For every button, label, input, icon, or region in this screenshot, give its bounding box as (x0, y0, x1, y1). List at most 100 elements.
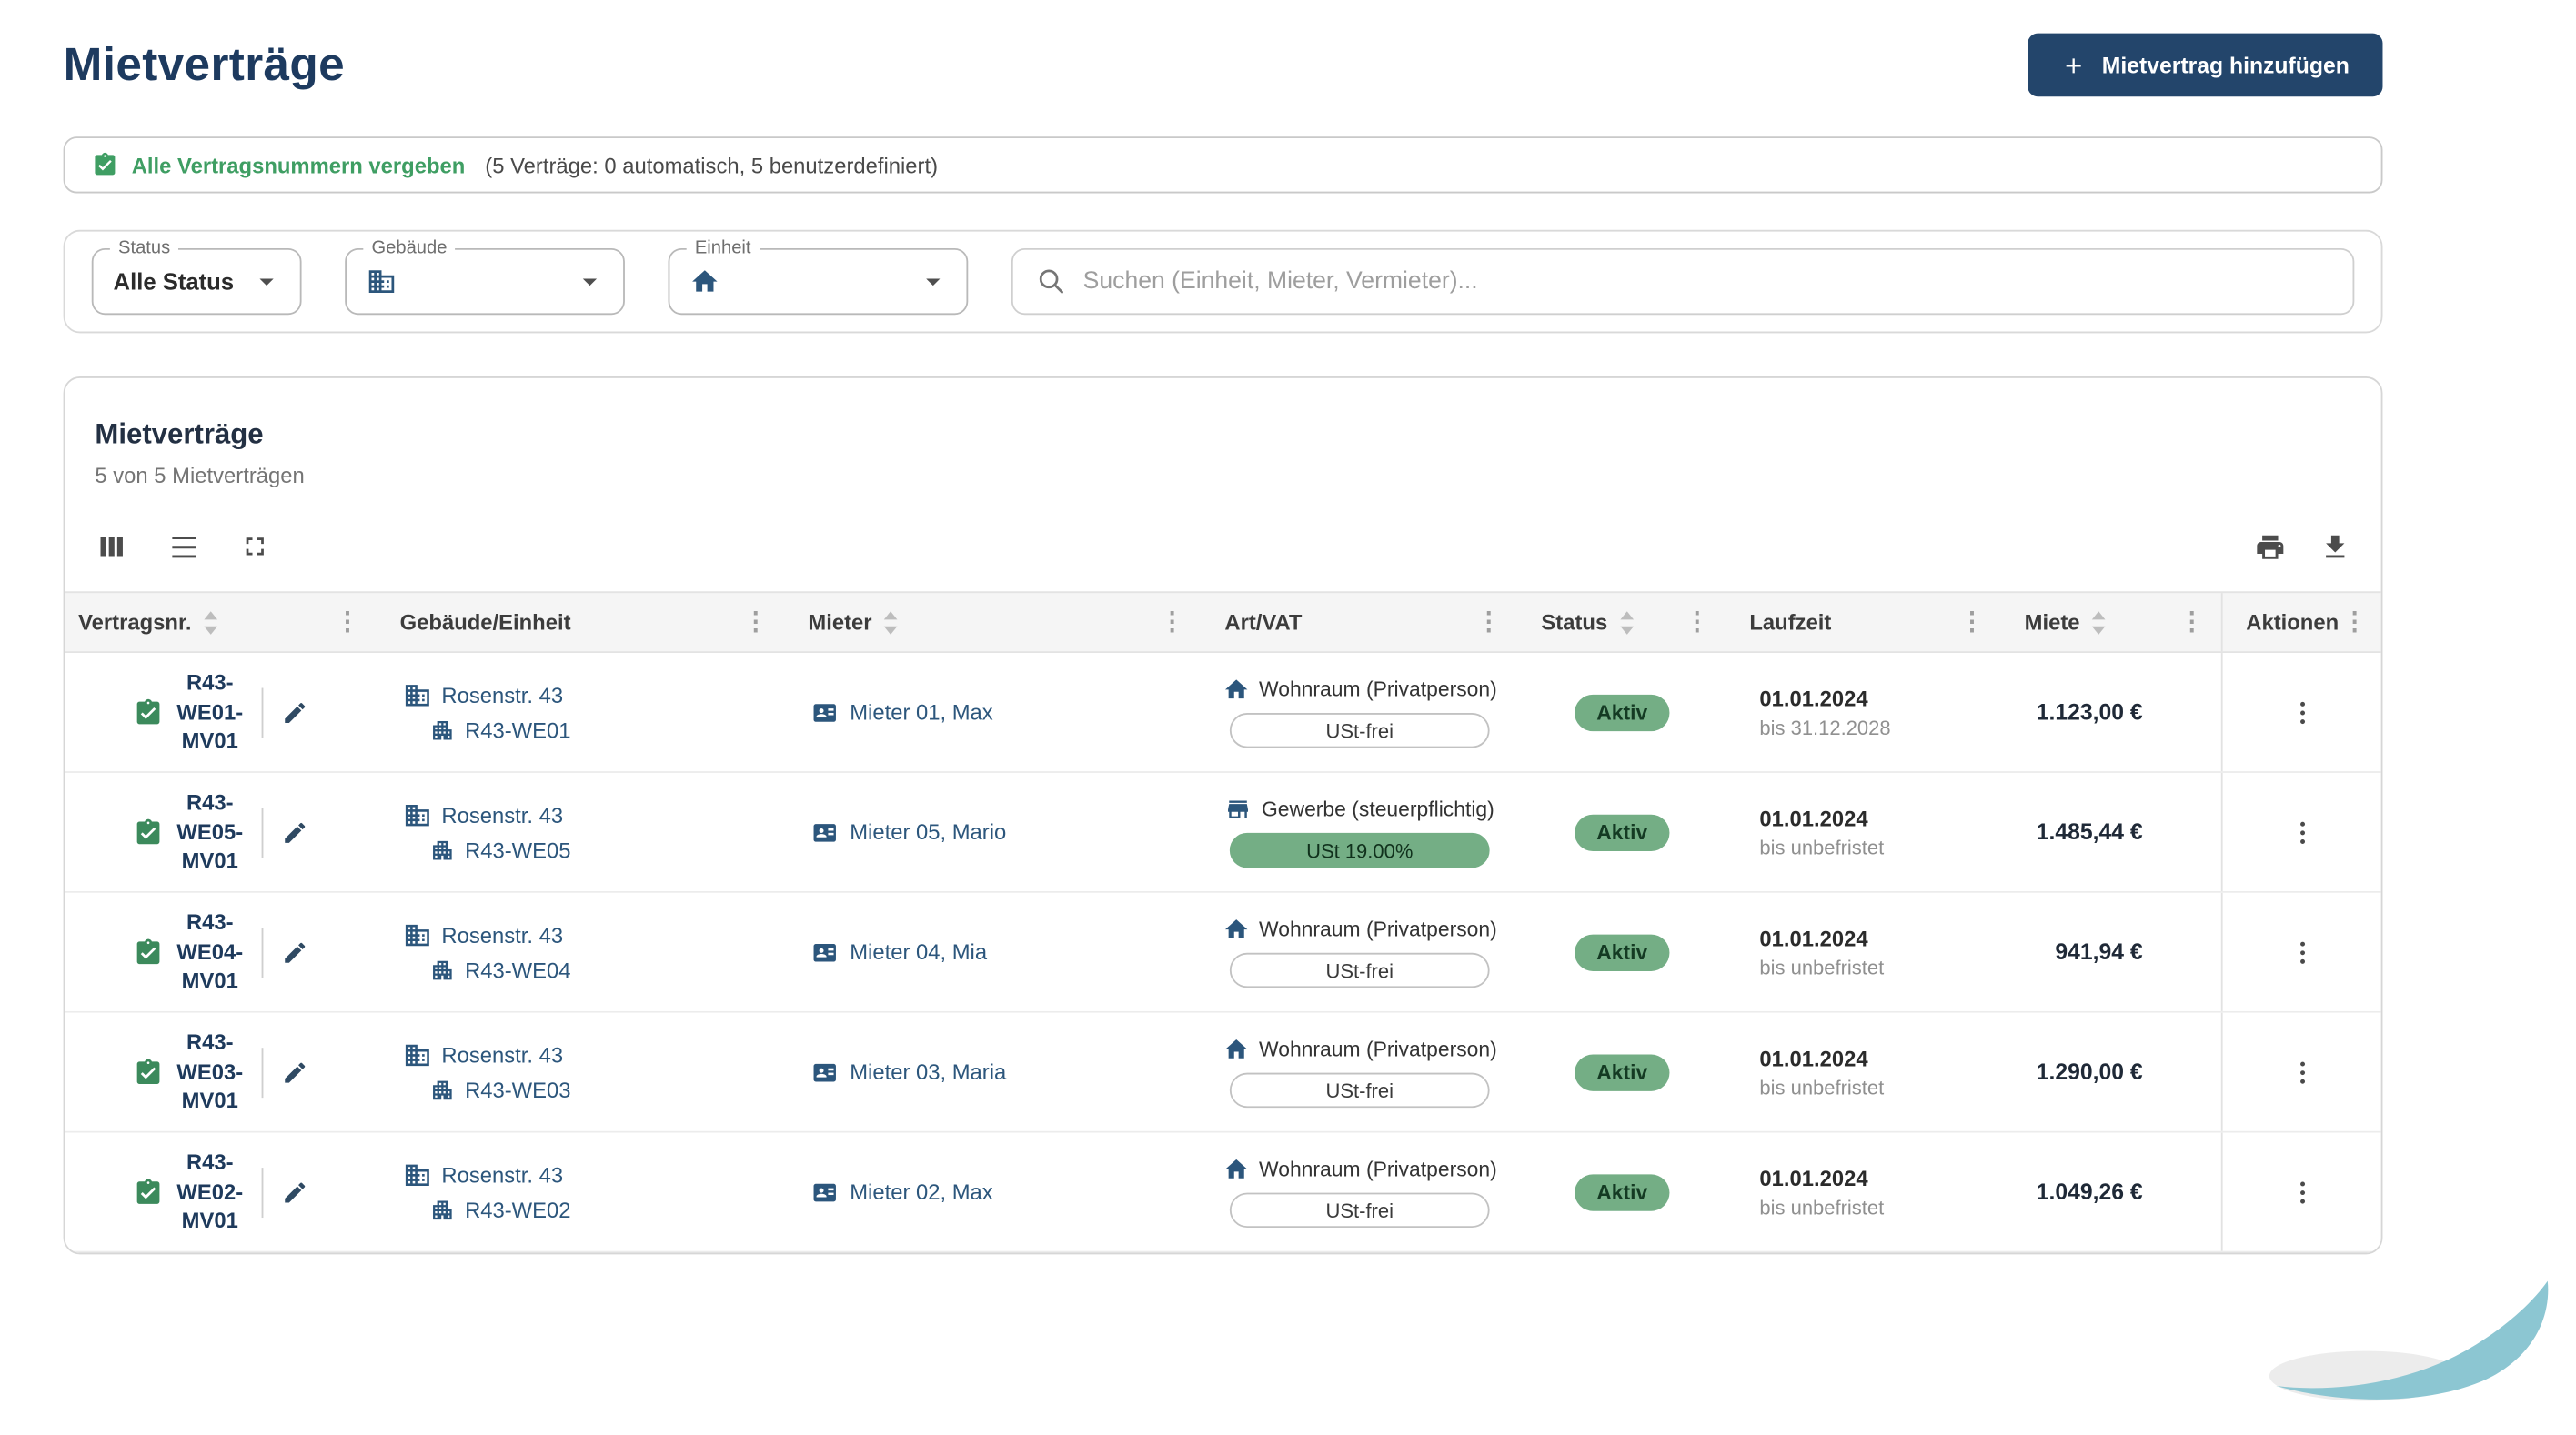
start-date: 01.01.2024 (1759, 926, 1867, 950)
edit-contract-button[interactable] (281, 1179, 307, 1205)
column-header-miete[interactable]: Miete ⋮ (2001, 593, 2221, 651)
row-actions-button[interactable] (2287, 1057, 2317, 1087)
tenant-name[interactable]: Mieter 01, Max (850, 699, 993, 724)
download-button[interactable] (2319, 530, 2351, 562)
divider (261, 808, 263, 858)
column-header-gebaeude-einheit[interactable]: Gebäude/Einheit ⋮ (377, 593, 785, 651)
tenant-cell: Mieter 02, Max (785, 1133, 1202, 1251)
vat-badge: USt-frei (1230, 713, 1490, 748)
column-header-aktionen[interactable]: Aktionen ⋮ (2221, 593, 2383, 651)
tenant-name[interactable]: Mieter 02, Max (850, 1179, 993, 1204)
contract-number-cell: R43- WE03- MV01 (65, 1013, 377, 1131)
unit-name[interactable]: R43-WE02 (465, 1198, 570, 1222)
building-name[interactable]: Rosenstr. 43 (441, 683, 563, 707)
column-menu-icon[interactable]: ⋮ (1681, 609, 1713, 634)
contract-number-line: WE02- (176, 1178, 243, 1207)
type-vat-cell: Wohnraum (Privatperson) USt-frei (1202, 653, 1518, 771)
term-cell: 01.01.2024 bis unbefristet (1726, 893, 2001, 1011)
rent-amount: 941,94 € (2055, 939, 2142, 964)
edit-contract-button[interactable] (281, 818, 307, 845)
start-date: 01.01.2024 (1759, 1045, 1867, 1069)
print-button[interactable] (2254, 530, 2286, 562)
status-badge: Aktiv (1575, 694, 1669, 730)
tenant-name[interactable]: Mieter 05, Mario (850, 819, 1006, 844)
search-input[interactable] (1083, 268, 2329, 295)
building-name[interactable]: Rosenstr. 43 (441, 1163, 563, 1188)
building-icon (403, 681, 431, 709)
column-header-laufzeit[interactable]: Laufzeit ⋮ (1726, 593, 2001, 651)
column-header-art-vat[interactable]: Art/VAT ⋮ (1202, 593, 1518, 651)
home-icon (1223, 1036, 1249, 1062)
column-header-vertragsnr[interactable]: Vertragsnr. ⋮ (65, 593, 377, 651)
density-button[interactable] (168, 530, 200, 562)
storefront-icon (1225, 797, 1252, 823)
unit-name[interactable]: R43-WE03 (465, 1078, 570, 1102)
column-label: Mieter (808, 609, 871, 634)
unit-name[interactable]: R43-WE01 (465, 718, 570, 743)
add-contract-button[interactable]: Mietvertrag hinzufügen (2028, 34, 2382, 97)
row-actions-button[interactable] (2287, 937, 2317, 967)
sort-icon[interactable] (203, 610, 217, 634)
column-menu-icon[interactable]: ⋮ (1473, 609, 1504, 634)
building-name[interactable]: Rosenstr. 43 (441, 803, 563, 828)
building-icon (403, 801, 431, 829)
dropdown-caret-icon (916, 265, 950, 298)
table-row[interactable]: R43- WE02- MV01 Rosenstr. 43 R43-WE02 Mi… (65, 1133, 2380, 1253)
building-filter[interactable]: Gebäude (345, 248, 625, 315)
column-menu-icon[interactable]: ⋮ (740, 609, 771, 634)
table-row[interactable]: R43- WE04- MV01 Rosenstr. 43 R43-WE04 Mi… (65, 893, 2380, 1013)
status-badge: Aktiv (1575, 1054, 1669, 1090)
type-vat-cell: Gewerbe (steuerpflichtig) USt 19.00% (1202, 773, 1518, 891)
status-filter[interactable]: Status Alle Status (92, 248, 302, 315)
row-actions-button[interactable] (2287, 1177, 2317, 1207)
building-icon (403, 921, 431, 949)
unit-name[interactable]: R43-WE05 (465, 838, 570, 862)
tenant-name[interactable]: Mieter 03, Maria (850, 1059, 1006, 1084)
unit-name[interactable]: R43-WE04 (465, 958, 570, 982)
edit-contract-button[interactable] (281, 1059, 307, 1085)
edit-contract-button[interactable] (281, 698, 307, 725)
actions-cell (2221, 1013, 2381, 1131)
sort-icon[interactable] (1619, 610, 1634, 634)
unit-filter[interactable]: Einheit (669, 248, 969, 315)
fullscreen-button[interactable] (240, 531, 270, 561)
fullscreen-icon (240, 531, 270, 561)
home-icon (1223, 916, 1249, 942)
column-menu-icon[interactable]: ⋮ (2176, 609, 2208, 634)
apartment-icon (430, 838, 455, 862)
sort-icon[interactable] (883, 610, 898, 634)
table-row[interactable]: R43- WE01- MV01 Rosenstr. 43 R43-WE01 Mi… (65, 653, 2380, 773)
row-actions-button[interactable] (2287, 817, 2317, 847)
building-name[interactable]: Rosenstr. 43 (441, 1043, 563, 1068)
edit-contract-button[interactable] (281, 938, 307, 965)
divider (261, 687, 263, 738)
rent-cell: 1.290,00 € (2001, 1013, 2221, 1131)
end-info: bis unbefristet (1759, 1195, 1884, 1219)
column-menu-icon[interactable]: ⋮ (332, 609, 364, 634)
building-name[interactable]: Rosenstr. 43 (441, 923, 563, 948)
contract-number-line: WE01- (176, 697, 243, 727)
sort-icon[interactable] (2091, 610, 2106, 634)
column-menu-icon[interactable]: ⋮ (2339, 609, 2370, 634)
table-row[interactable]: R43- WE05- MV01 Rosenstr. 43 R43-WE05 Mi… (65, 773, 2380, 893)
end-info: bis 31.12.2028 (1759, 716, 1890, 739)
column-header-status[interactable]: Status ⋮ (1518, 593, 1726, 651)
column-menu-icon[interactable]: ⋮ (1957, 609, 1988, 634)
contract-number-line: MV01 (182, 847, 238, 876)
column-menu-icon[interactable]: ⋮ (1156, 609, 1188, 634)
status-filter-label: Status (110, 238, 178, 258)
edit-icon (281, 1179, 307, 1205)
home-icon (1223, 1156, 1249, 1182)
tenant-name[interactable]: Mieter 04, Mia (850, 939, 987, 964)
building-unit-cell: Rosenstr. 43 R43-WE05 (377, 773, 785, 891)
download-icon (2319, 530, 2351, 562)
table-row[interactable]: R43- WE03- MV01 Rosenstr. 43 R43-WE03 Mi… (65, 1013, 2380, 1133)
row-actions-button[interactable] (2287, 697, 2317, 728)
contract-number: R43- WE03- MV01 (176, 1029, 243, 1116)
column-header-mieter[interactable]: Mieter ⋮ (785, 593, 1202, 651)
tenant-cell: Mieter 03, Maria (785, 1013, 1202, 1131)
status-badge: Aktiv (1575, 814, 1669, 850)
columns-button[interactable] (95, 530, 128, 564)
building-filter-label: Gebäude (363, 238, 455, 258)
rent-amount: 1.123,00 € (2037, 699, 2143, 724)
